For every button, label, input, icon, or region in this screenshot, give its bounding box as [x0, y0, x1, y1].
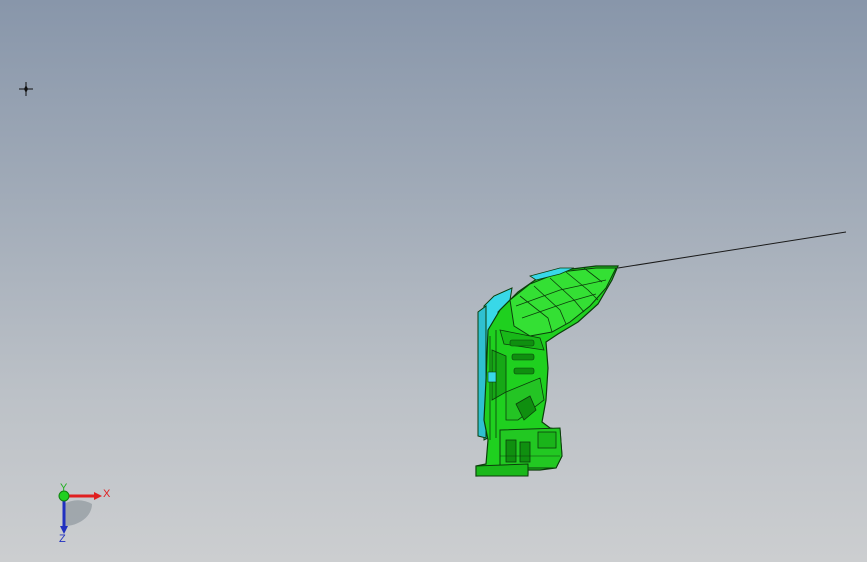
- x-axis-label: X: [103, 488, 111, 500]
- graphics-viewport[interactable]: X Y Z: [0, 0, 867, 562]
- view-orientation-triad[interactable]: X Y Z: [44, 482, 120, 546]
- model-view[interactable]: [0, 0, 867, 562]
- part-body[interactable]: [475, 265, 619, 477]
- sketch-line[interactable]: [617, 231, 847, 269]
- z-axis-label: Z: [59, 533, 66, 545]
- x-axis-arrow-icon: [94, 492, 102, 500]
- y-axis-label: Y: [60, 482, 68, 494]
